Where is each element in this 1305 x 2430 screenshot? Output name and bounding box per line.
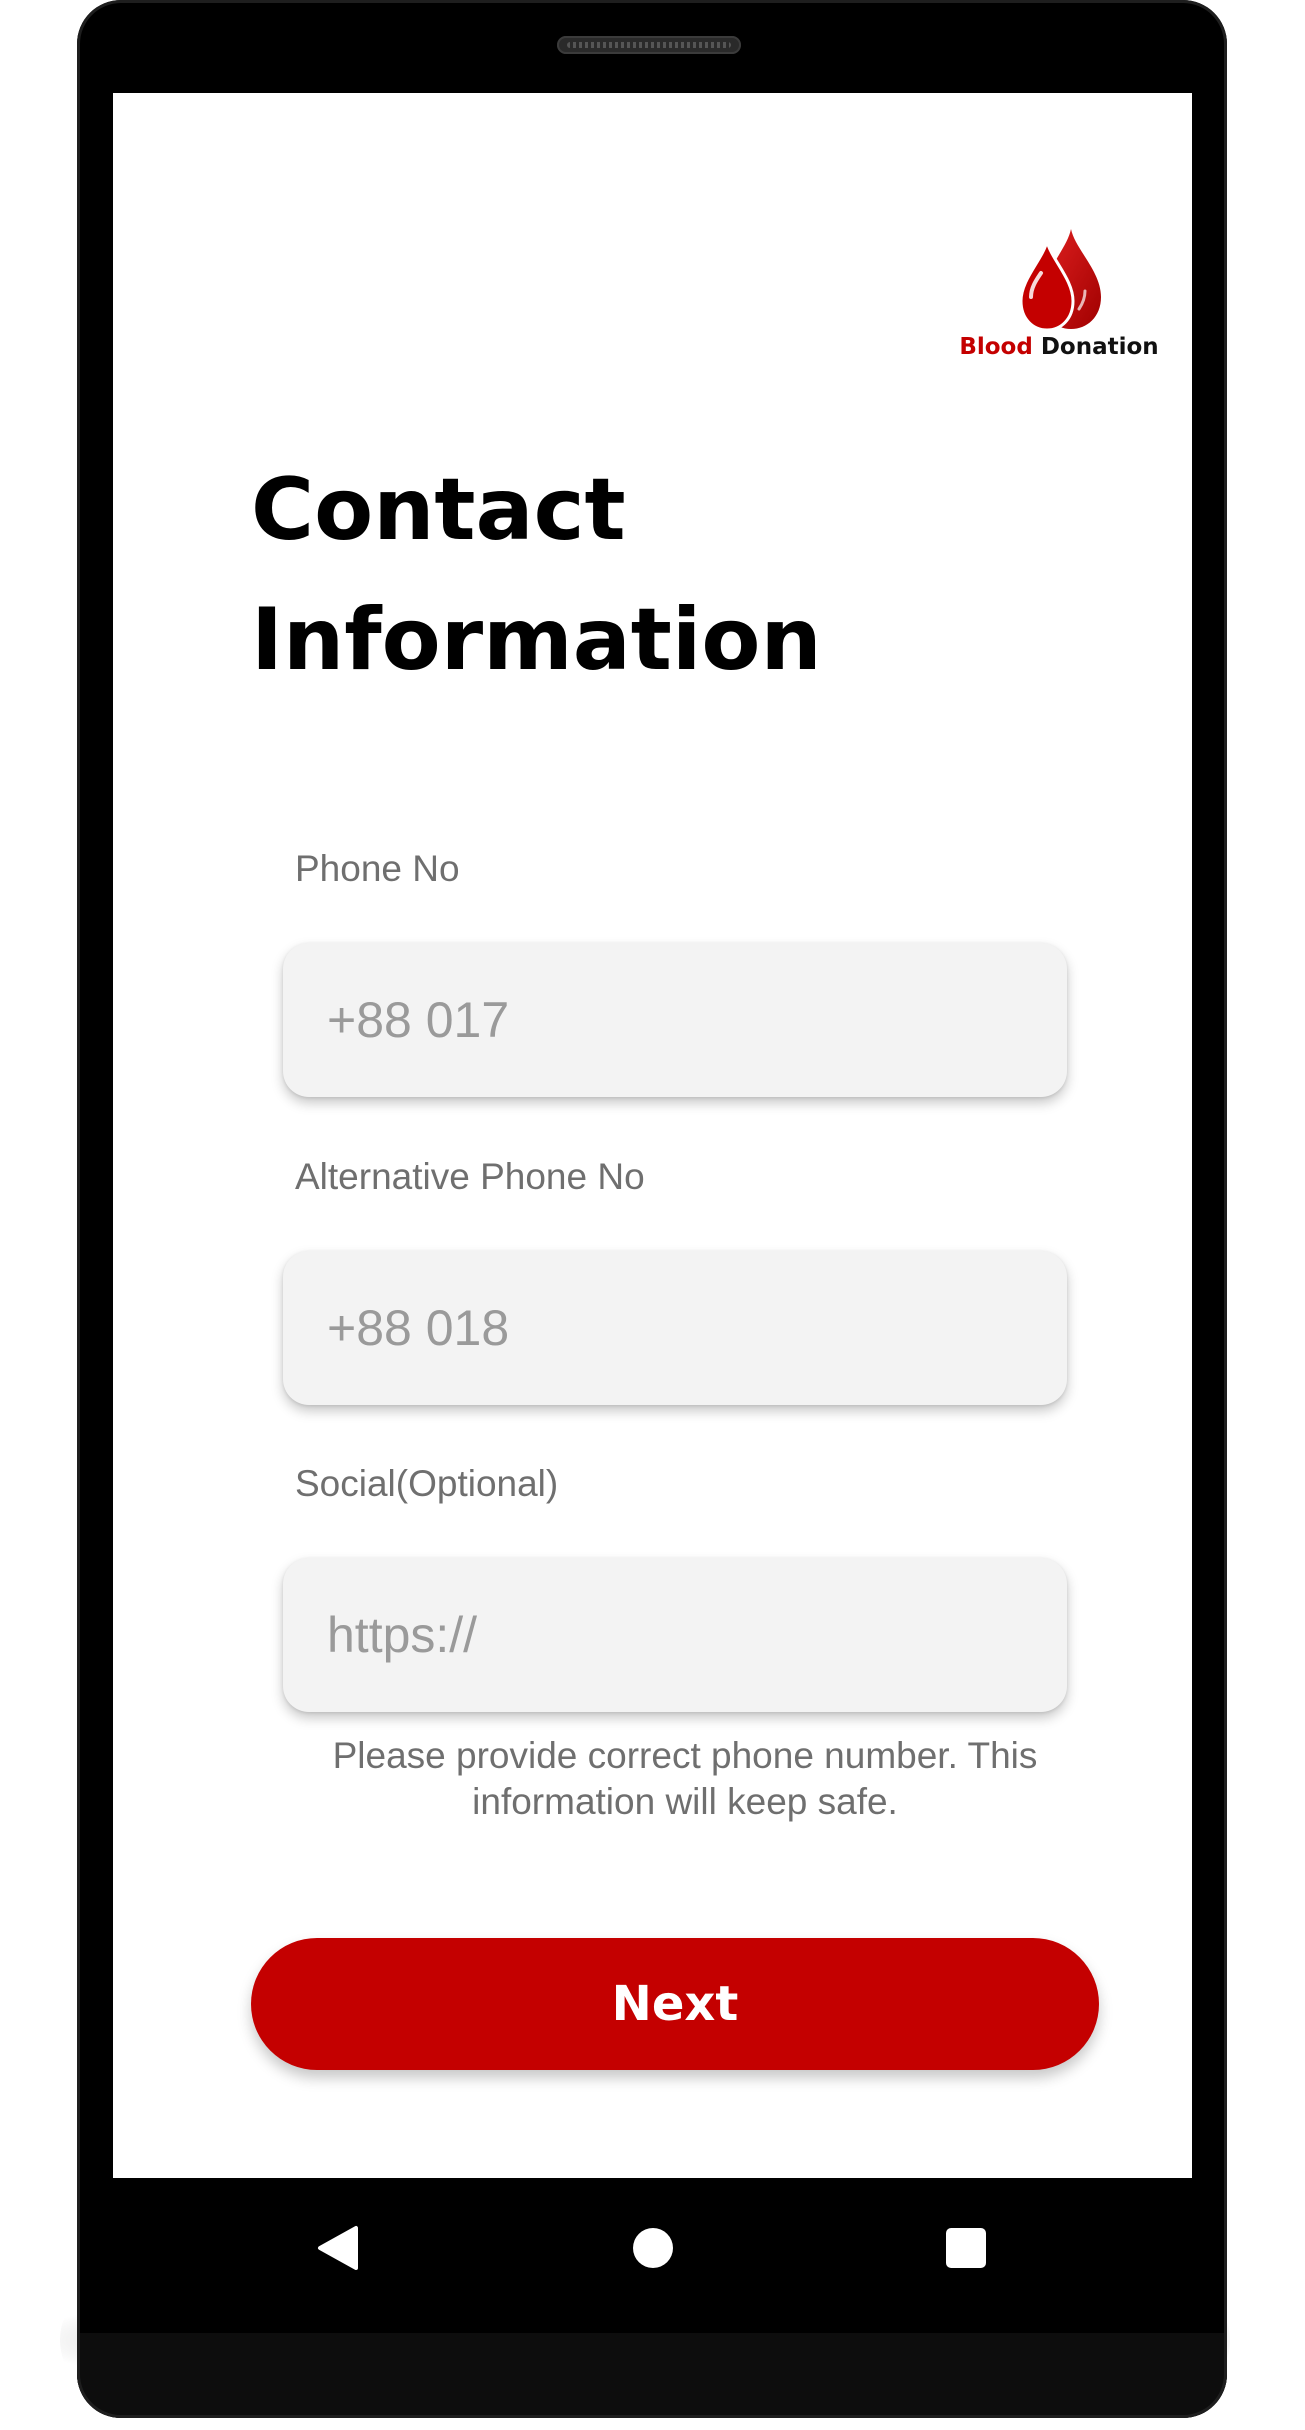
- nav-home-button[interactable]: [573, 2178, 733, 2318]
- privacy-hint-line1: Please provide correct phone number. Thi…: [332, 1735, 1038, 1776]
- phone-field[interactable]: [283, 943, 1067, 1097]
- speaker-grill: [567, 42, 731, 48]
- blood-drops-icon: [1019, 229, 1101, 332]
- phone-label: Phone No: [295, 848, 460, 889]
- next-button[interactable]: Next: [251, 1938, 1099, 2070]
- alt-phone-input[interactable]: [327, 1251, 1027, 1405]
- logo-wordmark: Blood Donation: [954, 334, 1164, 360]
- recents-square-icon: [946, 2228, 986, 2268]
- app-screen: Blood Donation Contact Information Phone …: [113, 93, 1192, 2178]
- phone-input[interactable]: [327, 943, 1027, 1097]
- nav-back-button[interactable]: [258, 2178, 418, 2318]
- nav-recents-button[interactable]: [886, 2178, 1046, 2318]
- alt-phone-field[interactable]: [283, 1251, 1067, 1405]
- social-field[interactable]: [283, 1558, 1067, 1712]
- alt-phone-label: Alternative Phone No: [295, 1156, 645, 1197]
- page-title-line1: Contact: [251, 460, 626, 560]
- device-mockup: Blood Donation Contact Information Phone …: [0, 0, 1305, 2430]
- privacy-hint: Please provide correct phone number. Thi…: [273, 1733, 1097, 1825]
- page-title: Contact Information: [251, 445, 1051, 705]
- back-triangle-icon: [318, 2226, 358, 2270]
- logo-word-blood: Blood: [959, 334, 1033, 360]
- system-nav-bar: [113, 2178, 1192, 2318]
- earpiece-speaker: [557, 36, 741, 54]
- home-circle-icon: [633, 2228, 673, 2268]
- privacy-hint-line2: information will keep safe.: [472, 1781, 898, 1822]
- social-label: Social(Optional): [295, 1463, 559, 1504]
- blood-donation-logo: Blood Donation: [954, 227, 1164, 367]
- logo-word-donation: Donation: [1040, 334, 1159, 360]
- page-title-line2: Information: [251, 590, 822, 690]
- social-input[interactable]: [327, 1558, 1027, 1712]
